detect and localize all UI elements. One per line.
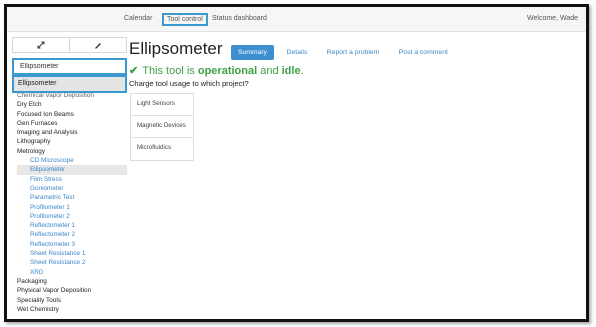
tool-search-input[interactable] (12, 58, 127, 75)
category-speciality-tools[interactable]: Speciality Tools (17, 296, 129, 305)
status-and: and (257, 65, 282, 77)
category-focused-ion-beams[interactable]: Focused Ion Beams (17, 110, 129, 119)
tool-reflectometer-2[interactable]: Reflectometer 2 (17, 230, 129, 239)
project-list: Light Sensors Magnetic Devices Microflui… (130, 93, 194, 161)
category-physical-vapor-deposition[interactable]: Physical Vapor Deposition (17, 286, 129, 295)
project-microfluidics[interactable]: Microfluidics (131, 138, 193, 160)
category-metrology[interactable]: Metrology (17, 147, 129, 156)
checkmark-icon: ✔ (129, 65, 139, 77)
tool-profilometer-2[interactable]: Profilometer 2 (17, 212, 129, 221)
tool-film-stress[interactable]: Film Stress (17, 175, 129, 184)
tab-summary[interactable]: Summary (231, 45, 275, 60)
project-light-sensors[interactable]: Light Sensors (131, 94, 193, 116)
charge-project-question: Charge tool usage to which project? (129, 79, 249, 88)
nav-tool-control[interactable]: Tool control (162, 13, 208, 26)
app-window: Calendar Tool control Status dashboard W… (4, 4, 589, 322)
tab-report-a-problem[interactable]: Report a problem (320, 45, 387, 60)
tool-ellipsometer[interactable]: Ellipsometer (17, 165, 127, 175)
expand-all-button[interactable] (13, 38, 70, 52)
nav-status-dashboard[interactable]: Status dashboard (212, 15, 267, 22)
category-chemical-vapor-deposition[interactable]: Chemical Vapor Deposition (17, 91, 129, 100)
nav-calendar[interactable]: Calendar (124, 15, 152, 22)
status-prefix: This tool is (142, 65, 198, 77)
tool-tabs: Summary Details Report a problem Post a … (231, 41, 456, 60)
tab-details[interactable]: Details (280, 45, 315, 60)
tool-reflectometer-1[interactable]: Reflectometer 1 (17, 221, 129, 230)
sidebar-toolbar (12, 37, 127, 53)
status-idle: idle (281, 65, 301, 77)
tool-cd-microscope[interactable]: CD Microscope (17, 156, 129, 165)
category-lithography[interactable]: Lithography (17, 137, 129, 146)
tab-post-a-comment[interactable]: Post a comment (392, 45, 455, 60)
project-magnetic-devices[interactable]: Magnetic Devices (131, 116, 193, 138)
category-wet-chemistry[interactable]: Wet Chemistry (17, 305, 129, 314)
expand-arrows-icon (37, 41, 45, 49)
tool-tree: Chemical Vapor Deposition Dry Etch Focus… (17, 91, 129, 314)
edit-button[interactable] (70, 38, 126, 52)
status-operational: operational (197, 65, 258, 77)
status-suffix: . (300, 65, 304, 77)
category-dry-etch[interactable]: Dry Etch (17, 100, 129, 109)
category-gen-furnaces[interactable]: Gen Furnaces (17, 119, 129, 128)
top-navbar: Calendar Tool control Status dashboard W… (7, 7, 586, 32)
category-packaging[interactable]: Packaging (17, 277, 129, 286)
tool-profilometer-1[interactable]: Profilometer 1 (17, 203, 129, 212)
welcome-user[interactable]: Welcome, Wade (527, 15, 578, 22)
tool-reflectometer-3[interactable]: Reflectometer 3 (17, 240, 129, 249)
tool-sheet-resistance-2[interactable]: Sheet Resistance 2 (17, 258, 129, 267)
tool-status-message: ✔ This tool is operational and idle. (129, 64, 304, 77)
tool-sheet-resistance-1[interactable]: Sheet Resistance 1 (17, 249, 129, 258)
tool-xrd[interactable]: XRD (17, 268, 129, 277)
pencil-icon (95, 43, 101, 49)
tool-goniometer[interactable]: Goniometer (17, 184, 129, 193)
page-title: Ellipsometer (129, 39, 223, 58)
tool-sidebar: Ellipsometer Chemical Vapor Deposition D… (12, 37, 127, 319)
tool-parametric-test[interactable]: Parametric Test (17, 193, 129, 202)
category-imaging-and-analysis[interactable]: Imaging and Analysis (17, 128, 129, 137)
